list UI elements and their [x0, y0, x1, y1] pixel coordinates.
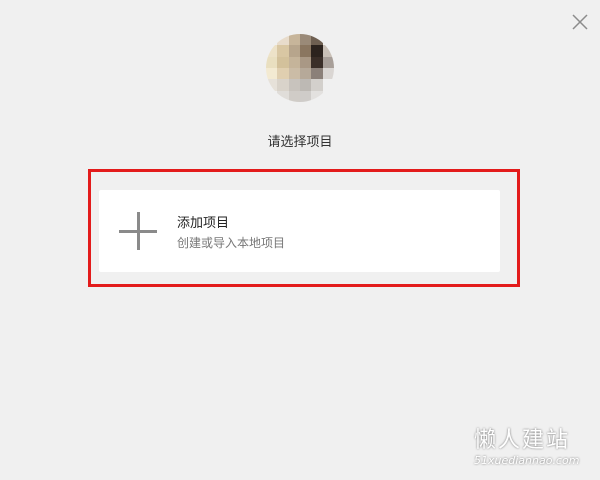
add-project-button[interactable]: 添加项目 创建或导入本地项目: [99, 190, 500, 272]
avatar: [266, 34, 334, 102]
avatar-pixel: [288, 56, 300, 68]
avatar-pixel: [311, 90, 323, 102]
watermark-url: 51xuediannao.com: [474, 454, 580, 467]
avatar-pixel: [322, 79, 334, 91]
avatar-pixel: [299, 45, 312, 57]
avatar-pixel: [311, 79, 323, 91]
avatar-pixel: [311, 34, 323, 46]
avatar-pixel: [311, 45, 323, 57]
avatar-pixel: [277, 34, 289, 46]
avatar-pixel: [299, 90, 312, 102]
avatar-pixel: [311, 56, 323, 68]
avatar-pixel: [288, 67, 300, 80]
avatar-pixel: [277, 56, 289, 68]
avatar-pixel: [277, 45, 289, 57]
avatar-pixel: [322, 90, 334, 102]
avatar-pixel: [288, 90, 300, 102]
avatar-pixel: [266, 67, 278, 80]
avatar-pixel: [299, 56, 312, 68]
avatar-pixel: [322, 67, 334, 80]
watermark-title: 懒人建站: [474, 428, 571, 453]
watermark: 懒人建站 51xuediannao.com: [474, 428, 594, 474]
avatar-pixel: [277, 79, 289, 91]
avatar-pixel: [277, 67, 289, 80]
avatar-pixel: [299, 34, 312, 46]
avatar-pixel: [266, 79, 278, 91]
avatar-pixel: [266, 90, 278, 102]
avatar-pixel: [288, 34, 300, 46]
add-project-title: 添加项目: [177, 216, 230, 231]
avatar-pixel: [288, 79, 300, 91]
avatar-pixel: [277, 90, 289, 102]
avatar-pixel: [288, 45, 300, 57]
close-icon[interactable]: [568, 10, 592, 34]
plus-icon: [119, 212, 157, 250]
avatar-pixel: [266, 56, 278, 68]
avatar-pixel: [322, 34, 334, 46]
avatar-pixel: [266, 34, 278, 46]
avatar-pixel: [299, 79, 312, 91]
avatar-pixel: [311, 67, 323, 80]
avatar-pixel: [266, 45, 278, 57]
avatar-pixel: [322, 56, 334, 68]
avatar-pixel: [322, 45, 334, 57]
avatar-pixel: [299, 67, 312, 80]
add-project-subtitle: 创建或导入本地项目: [177, 236, 286, 250]
page-title: 请选择项目: [267, 135, 333, 150]
